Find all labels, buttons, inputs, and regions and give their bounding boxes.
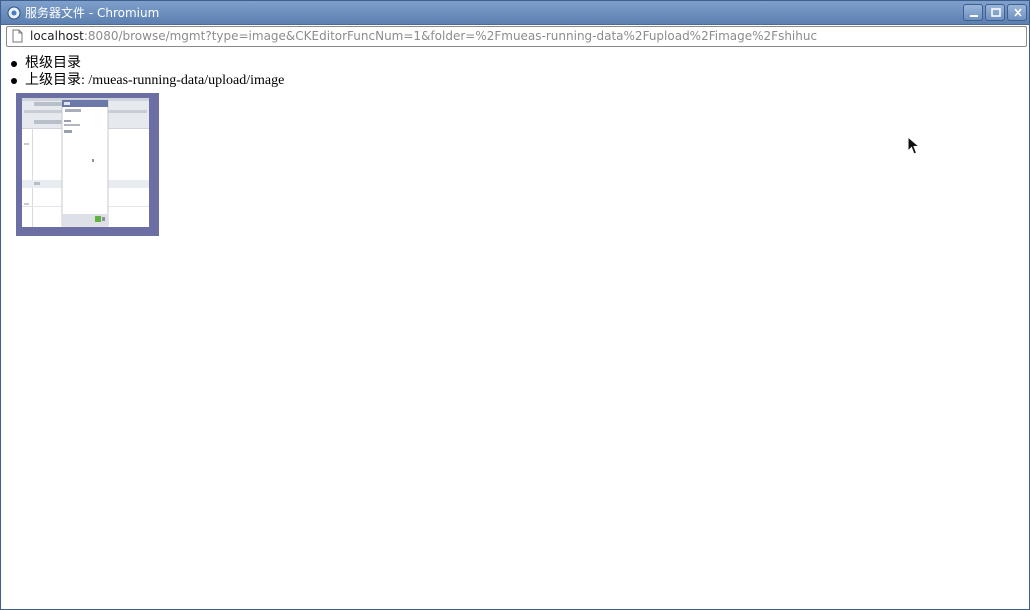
url-text[interactable]: localhost:8080/browse/mgmt?type=image&CK… <box>30 29 817 44</box>
url-rest: :8080/browse/mgmt?type=image&CKEditorFun… <box>83 29 818 43</box>
bullet-icon <box>11 61 17 67</box>
minimize-button[interactable] <box>963 4 983 21</box>
window-title: 服务器文件 - Chromium <box>25 6 160 20</box>
maximize-button[interactable] <box>985 4 1005 21</box>
close-button[interactable] <box>1007 4 1027 21</box>
mouse-cursor-icon <box>907 136 921 155</box>
root-directory-link[interactable]: 根级目录 <box>25 56 81 71</box>
parent-directory-path: : /mueas-running-data/upload/image <box>81 73 285 88</box>
bullet-icon <box>11 78 17 84</box>
minimize-icon <box>970 15 978 17</box>
address-bar[interactable]: localhost:8080/browse/mgmt?type=image&CK… <box>6 26 1027 47</box>
close-icon <box>1014 8 1022 17</box>
title-bar[interactable]: 服务器文件 - Chromium <box>1 1 1029 25</box>
thumbnail-preview <box>22 98 149 227</box>
screenshot-preview-image <box>22 98 149 227</box>
root-directory-item[interactable]: 根级目录 <box>11 55 284 72</box>
browser-window: 服务器文件 - Chromium localhost:8080/browse/m… <box>0 0 1030 610</box>
parent-directory-item[interactable]: 上级目录: /mueas-running-data/upload/image <box>11 72 284 89</box>
page-content: 根级目录 上级目录: /mueas-running-data/upload/im… <box>3 49 1027 609</box>
directory-nav: 根级目录 上级目录: /mueas-running-data/upload/im… <box>11 55 284 89</box>
url-host: localhost <box>30 29 84 43</box>
maximize-icon <box>991 8 1001 17</box>
page-icon <box>12 29 23 43</box>
parent-directory-link[interactable]: 上级目录 <box>25 73 81 88</box>
chromium-icon <box>7 6 21 20</box>
image-thumbnail[interactable] <box>16 93 159 236</box>
